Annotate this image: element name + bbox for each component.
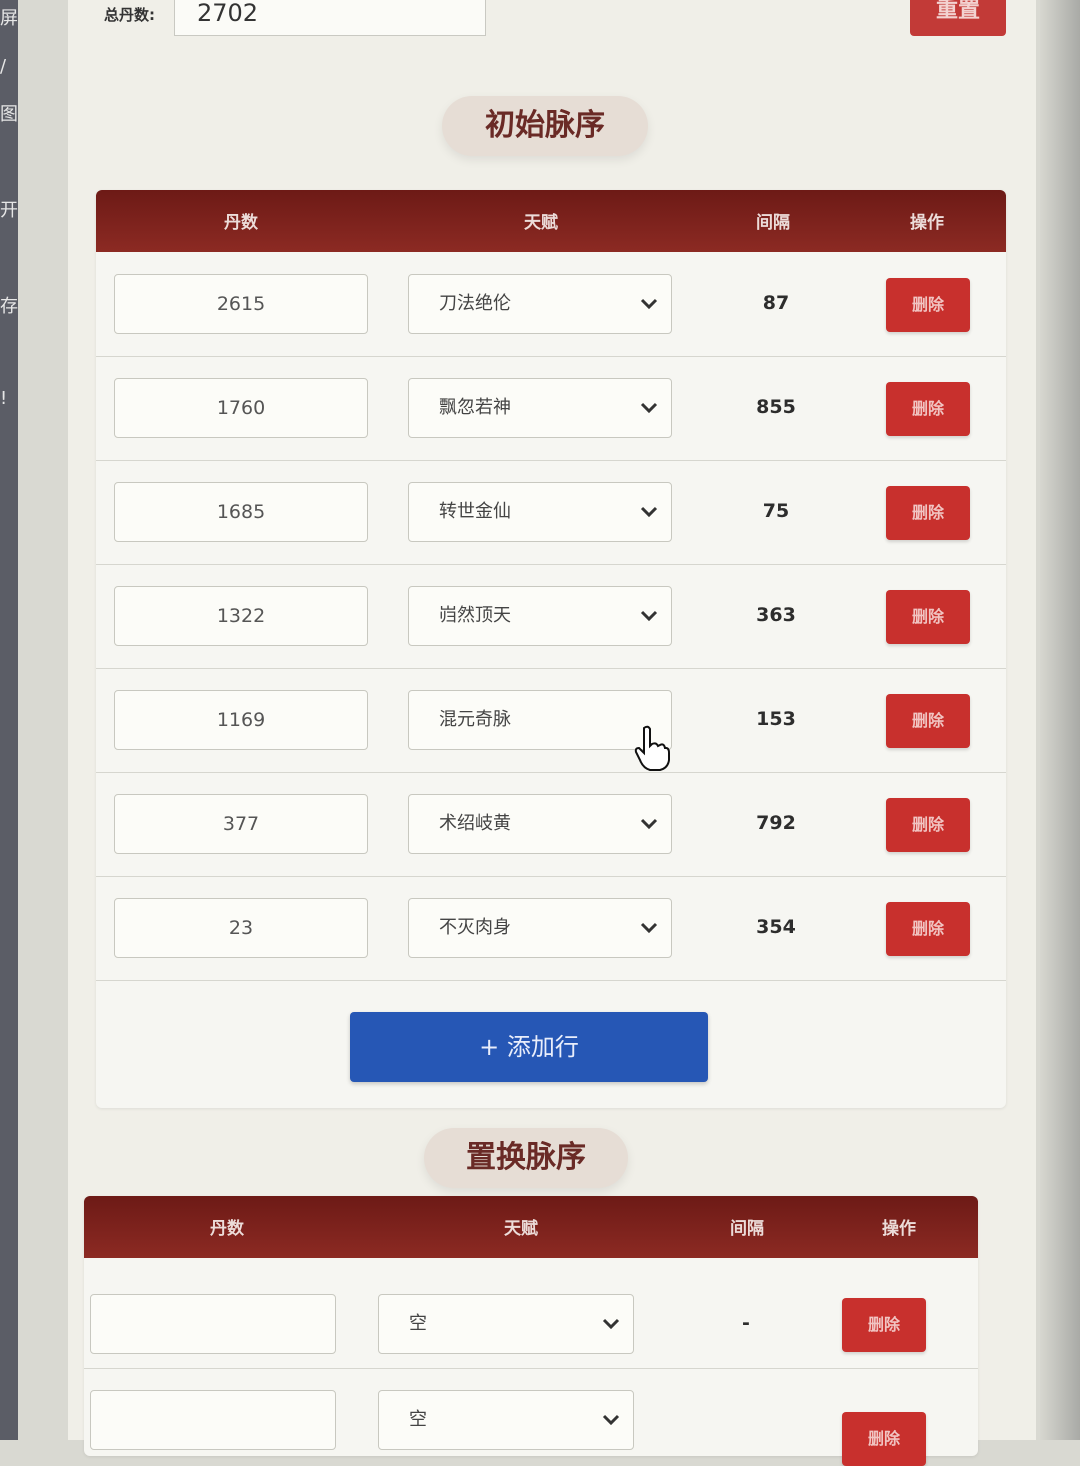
dan-input[interactable]: 1322 — [114, 586, 368, 646]
header-action: 操作 — [882, 1219, 916, 1239]
talent-selected-value: 岿然顶天 — [439, 605, 511, 626]
table-row: 空 - 删除 — [84, 1272, 978, 1369]
sidebar-glyph: 存 — [0, 296, 18, 317]
table-row: 1322 岿然顶天 363 删除 — [96, 564, 1006, 669]
talent-selected-value: 不灭肉身 — [439, 917, 511, 938]
header-dan: 丹数 — [210, 1219, 244, 1239]
initial-sequence-title: 初始脉序 — [442, 96, 648, 156]
hand-cursor-icon — [634, 725, 670, 771]
replace-sequence-table: 丹数 天赋 间隔 操作 空 - 删除 空 删除 — [84, 1196, 978, 1466]
sidebar-glyph: 图 — [0, 104, 18, 125]
talent-select[interactable]: 刀法绝伦 — [408, 274, 672, 334]
chevron-down-icon — [640, 922, 658, 934]
header-talent: 天赋 — [524, 213, 558, 233]
talent-select[interactable]: 空 — [378, 1294, 634, 1354]
table-row: 23 不灭肉身 354 删除 — [96, 876, 1006, 981]
talent-selected-value: 空 — [409, 1409, 427, 1430]
sidebar-glyph: / — [0, 56, 7, 77]
talent-select[interactable]: 岿然顶天 — [408, 586, 672, 646]
main-page: 总丹数: 2702 重置 初始脉序 丹数 天赋 间隔 操作 2615 刀法绝伦 … — [68, 0, 1036, 1466]
delete-button[interactable]: 删除 — [842, 1412, 926, 1466]
sidebar-glyph: 屏 — [0, 8, 18, 29]
talent-selected-value: 术绍岐黄 — [439, 813, 511, 834]
chevron-down-icon — [640, 298, 658, 310]
header-gap: 间隔 — [730, 1219, 764, 1239]
gap-value: 87 — [762, 292, 790, 314]
chevron-down-icon — [602, 1414, 620, 1426]
gap-value: 153 — [756, 708, 796, 730]
header-talent: 天赋 — [504, 1219, 538, 1239]
table-row: 2615 刀法绝伦 87 删除 — [96, 252, 1006, 357]
dan-input[interactable]: 1760 — [114, 378, 368, 438]
header-gap: 间隔 — [756, 213, 790, 233]
delete-button[interactable]: 删除 — [886, 382, 970, 436]
table-row: 1169 混元奇脉 153 删除 — [96, 668, 1006, 773]
talent-select[interactable]: 术绍岐黄 — [408, 794, 672, 854]
talent-selected-value: 空 — [409, 1313, 427, 1334]
table-row: 空 删除 — [84, 1368, 978, 1466]
talent-select[interactable]: 空 — [378, 1390, 634, 1450]
chevron-down-icon — [640, 402, 658, 414]
total-dan-input[interactable]: 2702 — [174, 0, 486, 36]
delete-button[interactable]: 删除 — [886, 902, 970, 956]
dan-input[interactable]: 23 — [114, 898, 368, 958]
delete-button[interactable]: 删除 — [886, 694, 970, 748]
left-sidebar-strip: 屏 / 图 开 存 ! — [0, 0, 18, 1440]
dan-input[interactable]: 377 — [114, 794, 368, 854]
delete-button[interactable]: 删除 — [842, 1298, 926, 1352]
gap-value: 363 — [756, 604, 796, 626]
dan-input[interactable] — [90, 1294, 336, 1354]
talent-selected-value: 飘忽若神 — [439, 397, 511, 418]
window-edge — [1040, 0, 1080, 1440]
header-dan: 丹数 — [224, 213, 258, 233]
talent-selected-value: 混元奇脉 — [439, 709, 511, 730]
table-row: 1685 转世金仙 75 删除 — [96, 460, 1006, 565]
delete-button[interactable]: 删除 — [886, 798, 970, 852]
sidebar-glyph: ! — [0, 388, 8, 409]
table-header: 丹数 天赋 间隔 操作 — [84, 1196, 978, 1258]
chevron-down-icon — [640, 818, 658, 830]
talent-select[interactable]: 混元奇脉 — [408, 690, 672, 750]
gap-value: 75 — [762, 500, 790, 522]
dan-input[interactable]: 1685 — [114, 482, 368, 542]
chevron-down-icon — [640, 610, 658, 622]
talent-select[interactable]: 飘忽若神 — [408, 378, 672, 438]
delete-button[interactable]: 删除 — [886, 278, 970, 332]
total-dan-label: 总丹数: — [104, 6, 155, 24]
initial-sequence-table: 丹数 天赋 间隔 操作 2615 刀法绝伦 87 删除 1760 飘忽若神 85… — [96, 190, 1006, 1108]
gap-value: 792 — [756, 812, 796, 834]
replace-sequence-title: 置换脉序 — [424, 1128, 628, 1188]
header-action: 操作 — [910, 213, 944, 233]
chevron-down-icon — [602, 1318, 620, 1330]
dan-input[interactable]: 2615 — [114, 274, 368, 334]
delete-button[interactable]: 删除 — [886, 590, 970, 644]
talent-selected-value: 转世金仙 — [439, 501, 511, 522]
delete-button[interactable]: 删除 — [886, 486, 970, 540]
talent-select[interactable]: 不灭肉身 — [408, 898, 672, 958]
table-row: 377 术绍岐黄 792 删除 — [96, 772, 1006, 877]
gap-value: 855 — [756, 396, 796, 418]
add-row-button[interactable]: + 添加行 — [350, 1012, 708, 1082]
talent-select[interactable]: 转世金仙 — [408, 482, 672, 542]
sidebar-glyph: 开 — [0, 200, 18, 221]
table-row: 1760 飘忽若神 855 删除 — [96, 356, 1006, 461]
talent-selected-value: 刀法绝伦 — [439, 293, 511, 314]
reset-button[interactable]: 重置 — [910, 0, 1006, 36]
gap-value: - — [742, 1312, 750, 1334]
dan-input[interactable]: 1169 — [114, 690, 368, 750]
table-header: 丹数 天赋 间隔 操作 — [96, 190, 1006, 252]
gap-value: 354 — [756, 916, 796, 938]
dan-input[interactable] — [90, 1390, 336, 1450]
chevron-down-icon — [640, 506, 658, 518]
